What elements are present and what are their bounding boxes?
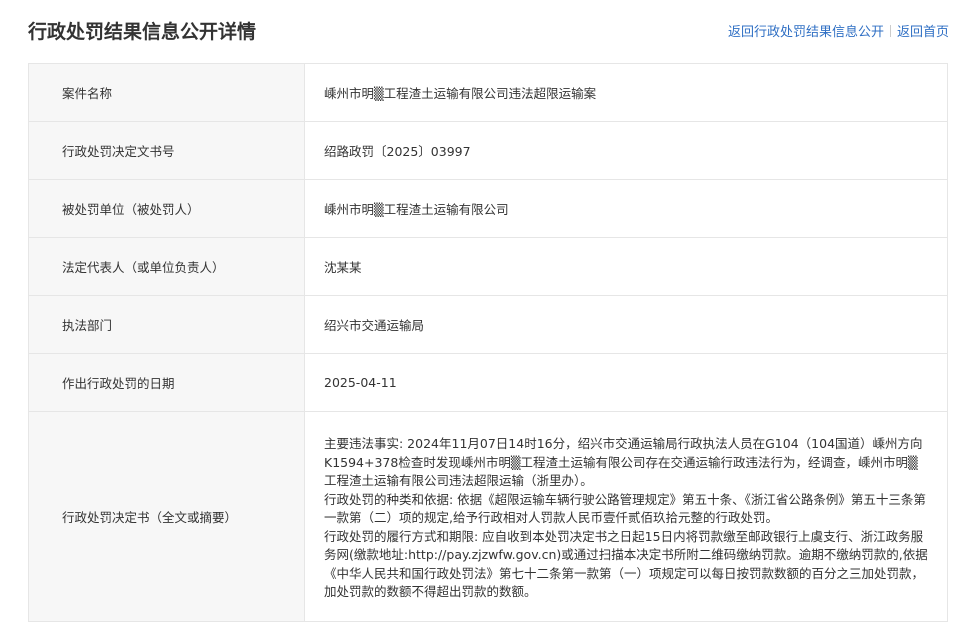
- table-row-decision-text: 行政处罚决定书（全文或摘要） 主要违法事实: 2024年11月07日14时16分…: [28, 411, 948, 622]
- page-title: 行政处罚结果信息公开详情: [28, 21, 257, 43]
- row-label: 作出行政处罚的日期: [28, 353, 305, 412]
- table-row-enforcement-department: 执法部门 绍兴市交通运输局: [28, 295, 948, 354]
- back-to-list-link[interactable]: 返回行政处罚结果信息公开: [728, 21, 884, 40]
- row-value: 绍路政罚〔2025〕03997: [304, 121, 948, 180]
- table-row-legal-representative: 法定代表人（或单位负责人） 沈某某: [28, 237, 948, 296]
- decision-paragraph-payment: 行政处罚的履行方式和期限: 应自收到本处罚决定书之日起15日内将罚款缴至邮政银行…: [324, 528, 928, 600]
- row-value: 绍兴市交通运输局: [304, 295, 948, 354]
- row-label: 行政处罚决定书（全文或摘要）: [28, 411, 305, 622]
- table-row-case-name: 案件名称 嵊州市明▒工程渣土运输有限公司违法超限运输案: [28, 63, 948, 122]
- decision-paragraph-facts: 主要违法事实: 2024年11月07日14时16分，绍兴市交通运输局行政执法人员…: [324, 436, 923, 489]
- row-value: 沈某某: [304, 237, 948, 296]
- row-label: 法定代表人（或单位负责人）: [28, 237, 305, 296]
- header-links: 返回行政处罚结果信息公开 返回首页: [728, 21, 949, 40]
- table-row-penalized-party: 被处罚单位（被处罚人） 嵊州市明▒工程渣土运输有限公司: [28, 179, 948, 238]
- decision-paragraph-basis: 行政处罚的种类和依据: 依据《超限运输车辆行驶公路管理规定》第五十条、《浙江省公…: [324, 491, 926, 526]
- home-link[interactable]: 返回首页: [897, 21, 949, 40]
- row-label: 行政处罚决定文书号: [28, 121, 305, 180]
- header: 行政处罚结果信息公开详情 返回行政处罚结果信息公开 返回首页: [0, 0, 968, 62]
- page: 行政处罚结果信息公开详情 返回行政处罚结果信息公开 返回首页 案件名称 嵊州市明…: [0, 0, 968, 640]
- row-label: 被处罚单位（被处罚人）: [28, 179, 305, 238]
- table-row-decision-date: 作出行政处罚的日期 2025-04-11: [28, 353, 948, 412]
- link-divider: [889, 24, 891, 37]
- row-label: 执法部门: [28, 295, 305, 354]
- decision-text-cell: 主要违法事实: 2024年11月07日14时16分，绍兴市交通运输局行政执法人员…: [304, 411, 948, 622]
- row-value: 嵊州市明▒工程渣土运输有限公司: [304, 179, 948, 238]
- info-table: 案件名称 嵊州市明▒工程渣土运输有限公司违法超限运输案 行政处罚决定文书号 绍路…: [28, 63, 948, 622]
- row-label: 案件名称: [28, 63, 305, 122]
- decision-text: 主要违法事实: 2024年11月07日14时16分，绍兴市交通运输局行政执法人员…: [324, 431, 929, 602]
- row-value: 2025-04-11: [304, 353, 948, 412]
- row-value: 嵊州市明▒工程渣土运输有限公司违法超限运输案: [304, 63, 948, 122]
- table-row-document-number: 行政处罚决定文书号 绍路政罚〔2025〕03997: [28, 121, 948, 180]
